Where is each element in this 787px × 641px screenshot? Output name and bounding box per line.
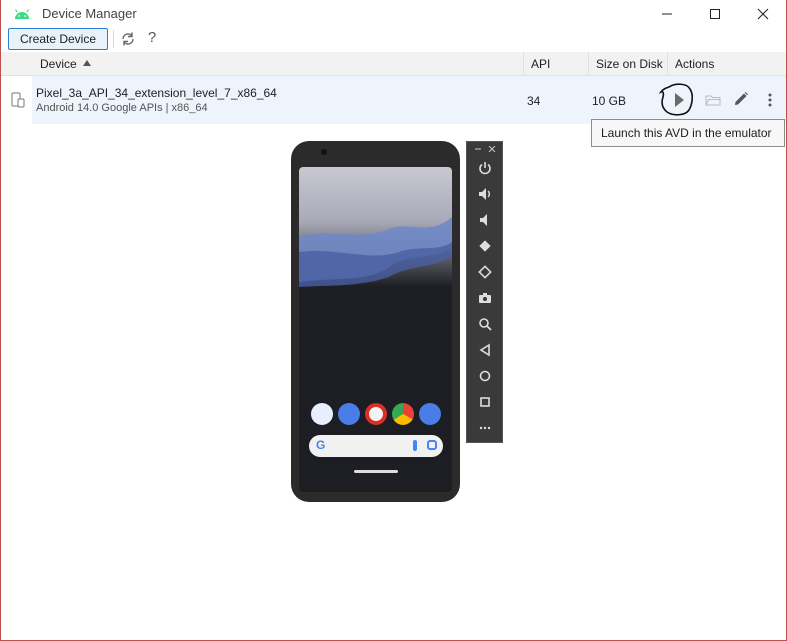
google-g-icon: G xyxy=(316,438,326,452)
toolbar-separator xyxy=(113,30,114,48)
chrome-app-icon[interactable] xyxy=(392,403,414,425)
launch-button[interactable] xyxy=(658,83,695,117)
table-header: Device API Size on Disk Actions xyxy=(1,52,786,76)
maximize-button[interactable] xyxy=(692,0,738,28)
edit-icon[interactable] xyxy=(733,91,749,107)
phone-app-icon[interactable] xyxy=(311,403,333,425)
table-row[interactable]: Pixel_3a_API_34_extension_level_7_x86_64… xyxy=(32,76,786,124)
column-divider[interactable] xyxy=(667,52,668,76)
emulator-screen[interactable]: G xyxy=(299,167,452,492)
overview-icon[interactable] xyxy=(477,394,493,410)
size-on-disk: 10 GB xyxy=(592,94,627,108)
back-icon[interactable] xyxy=(477,342,493,358)
screenshot-icon[interactable] xyxy=(477,290,493,306)
api-level: 34 xyxy=(527,94,541,108)
maximize-icon xyxy=(710,9,720,19)
column-divider[interactable] xyxy=(588,52,589,76)
toolbar: Create Device ? xyxy=(1,28,786,52)
column-header-size[interactable]: Size on Disk xyxy=(596,52,663,76)
gmail-app-icon[interactable] xyxy=(365,403,387,425)
minimize-icon xyxy=(662,13,672,15)
play-icon xyxy=(675,93,684,107)
device-manager-window: Device Manager Create Device ? Device AP… xyxy=(0,0,787,641)
refresh-icon[interactable] xyxy=(120,31,136,47)
mic-icon[interactable] xyxy=(413,440,417,451)
power-icon[interactable] xyxy=(477,160,493,176)
title-bar: Device Manager xyxy=(1,0,786,28)
column-header-api[interactable]: API xyxy=(531,52,550,76)
front-camera xyxy=(321,149,327,155)
more-icon[interactable] xyxy=(767,91,773,109)
window-title: Device Manager xyxy=(42,6,137,21)
messages-app-icon[interactable] xyxy=(338,403,360,425)
device-subtitle: Android 14.0 Google APIs | x86_64 xyxy=(36,102,208,114)
home-gesture-bar[interactable] xyxy=(354,470,398,473)
android-icon xyxy=(13,6,31,22)
emulator-window-controls[interactable] xyxy=(473,146,497,152)
help-button[interactable]: ? xyxy=(144,29,160,47)
create-device-button[interactable]: Create Device xyxy=(8,28,108,50)
home-icon[interactable] xyxy=(477,368,493,384)
sort-ascending-icon xyxy=(83,60,91,66)
volume-down-icon[interactable] xyxy=(477,212,493,228)
rotate-left-icon[interactable] xyxy=(477,238,493,254)
volume-up-icon[interactable] xyxy=(477,186,493,202)
launch-tooltip: Launch this AVD in the emulator xyxy=(591,119,785,147)
column-header-device[interactable]: Device xyxy=(40,52,77,76)
google-search-bar[interactable]: G xyxy=(309,435,443,457)
lens-icon[interactable] xyxy=(427,440,437,450)
close-icon xyxy=(757,8,769,20)
column-header-actions: Actions xyxy=(675,57,715,71)
wallpaper-swoosh xyxy=(299,217,452,287)
device-name: Pixel_3a_API_34_extension_level_7_x86_64 xyxy=(36,86,277,100)
column-divider[interactable] xyxy=(523,52,524,76)
emulator-phone-frame: G xyxy=(291,141,460,502)
emulator-toolbar xyxy=(466,141,503,443)
camera-app-icon[interactable] xyxy=(419,403,441,425)
zoom-icon[interactable] xyxy=(477,316,493,332)
app-dock xyxy=(311,403,441,427)
minimize-button[interactable] xyxy=(644,0,690,28)
extended-controls-icon[interactable] xyxy=(477,420,493,436)
folder-icon[interactable] xyxy=(705,93,721,107)
close-button[interactable] xyxy=(740,0,786,28)
rotate-right-icon[interactable] xyxy=(477,264,493,280)
device-phone-icon xyxy=(11,92,25,108)
